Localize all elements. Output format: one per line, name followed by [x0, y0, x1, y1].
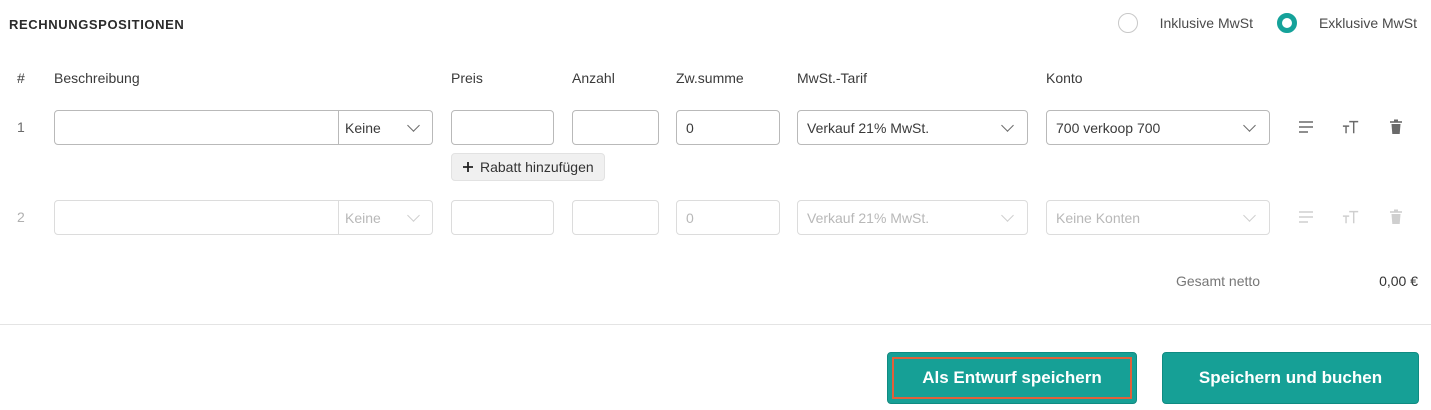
account-select[interactable]: Keine Konten	[1046, 200, 1270, 235]
chevron-down-icon	[407, 208, 420, 222]
account-select[interactable]: 700 verkoop 700	[1046, 110, 1270, 145]
section-title: RECHNUNGSPOSITIONEN	[9, 17, 185, 32]
chevron-down-icon	[407, 118, 420, 132]
vat-rate-select-value: Verkauf 21% MwSt.	[807, 119, 930, 136]
col-header-subtotal: Zw.summe	[676, 70, 744, 86]
col-header-account: Konto	[1046, 70, 1083, 86]
unit-select[interactable]: Keine	[339, 110, 433, 145]
quantity-input[interactable]	[572, 200, 659, 235]
radio-exklusive-circle[interactable]	[1276, 13, 1297, 33]
account-select-value: 700 verkoop 700	[1056, 119, 1161, 136]
vat-rate-select-value: Verkauf 21% MwSt.	[807, 209, 930, 226]
radio-inklusive-circle[interactable]	[1117, 13, 1138, 33]
radio-exklusive[interactable]: Exklusive MwSt	[1276, 13, 1417, 33]
col-header-description: Beschreibung	[54, 70, 140, 86]
col-header-quantity: Anzahl	[572, 70, 615, 86]
vat-rate-select[interactable]: Verkauf 21% MwSt.	[797, 110, 1028, 145]
unit-select[interactable]: Keine	[339, 200, 433, 235]
unit-select-value: Keine	[345, 209, 381, 226]
price-input[interactable]	[451, 200, 554, 235]
plus-icon	[463, 162, 473, 172]
chevron-down-icon	[1243, 208, 1256, 222]
save-draft-button[interactable]: Als Entwurf speichern	[887, 352, 1137, 404]
account-select-value: Keine Konten	[1056, 209, 1141, 226]
vat-rate-select[interactable]: Verkauf 21% MwSt.	[797, 200, 1028, 235]
col-header-number: #	[17, 70, 25, 86]
description-group: Keine	[54, 110, 433, 145]
description-group: Keine	[54, 200, 433, 235]
chevron-down-icon	[1001, 118, 1014, 132]
trash-icon[interactable]	[1387, 208, 1405, 226]
text-size-icon[interactable]	[1342, 208, 1360, 226]
quantity-input[interactable]	[572, 110, 659, 145]
divider	[0, 324, 1431, 325]
total-net-value: 0,00 €	[1379, 273, 1418, 289]
price-input[interactable]	[451, 110, 554, 145]
trash-icon[interactable]	[1387, 118, 1405, 136]
row-number: 2	[17, 209, 25, 225]
col-header-price: Preis	[451, 70, 483, 86]
align-lines-icon[interactable]	[1297, 118, 1315, 136]
row-number: 1	[17, 119, 25, 135]
chevron-down-icon	[1001, 208, 1014, 222]
radio-inklusive-label: Inklusive MwSt	[1159, 15, 1253, 31]
description-input[interactable]	[54, 200, 339, 235]
col-header-vat-rate: MwSt.-Tarif	[797, 70, 867, 86]
add-discount-button[interactable]: Rabatt hinzufügen	[451, 153, 605, 181]
tax-mode-radio-group: Inklusive MwSt Exklusive MwSt	[1117, 13, 1417, 33]
subtotal-input[interactable]	[676, 200, 780, 235]
chevron-down-icon	[1243, 118, 1256, 132]
radio-inklusive[interactable]: Inklusive MwSt	[1117, 13, 1253, 33]
total-net-label: Gesamt netto	[1176, 273, 1261, 289]
text-size-icon[interactable]	[1342, 118, 1360, 136]
unit-select-value: Keine	[345, 119, 381, 136]
radio-exklusive-label: Exklusive MwSt	[1318, 15, 1417, 31]
align-lines-icon[interactable]	[1297, 208, 1315, 226]
description-input[interactable]	[54, 110, 339, 145]
subtotal-input[interactable]	[676, 110, 780, 145]
save-and-book-button[interactable]: Speichern und buchen	[1162, 352, 1419, 404]
add-discount-label: Rabatt hinzufügen	[480, 159, 594, 175]
